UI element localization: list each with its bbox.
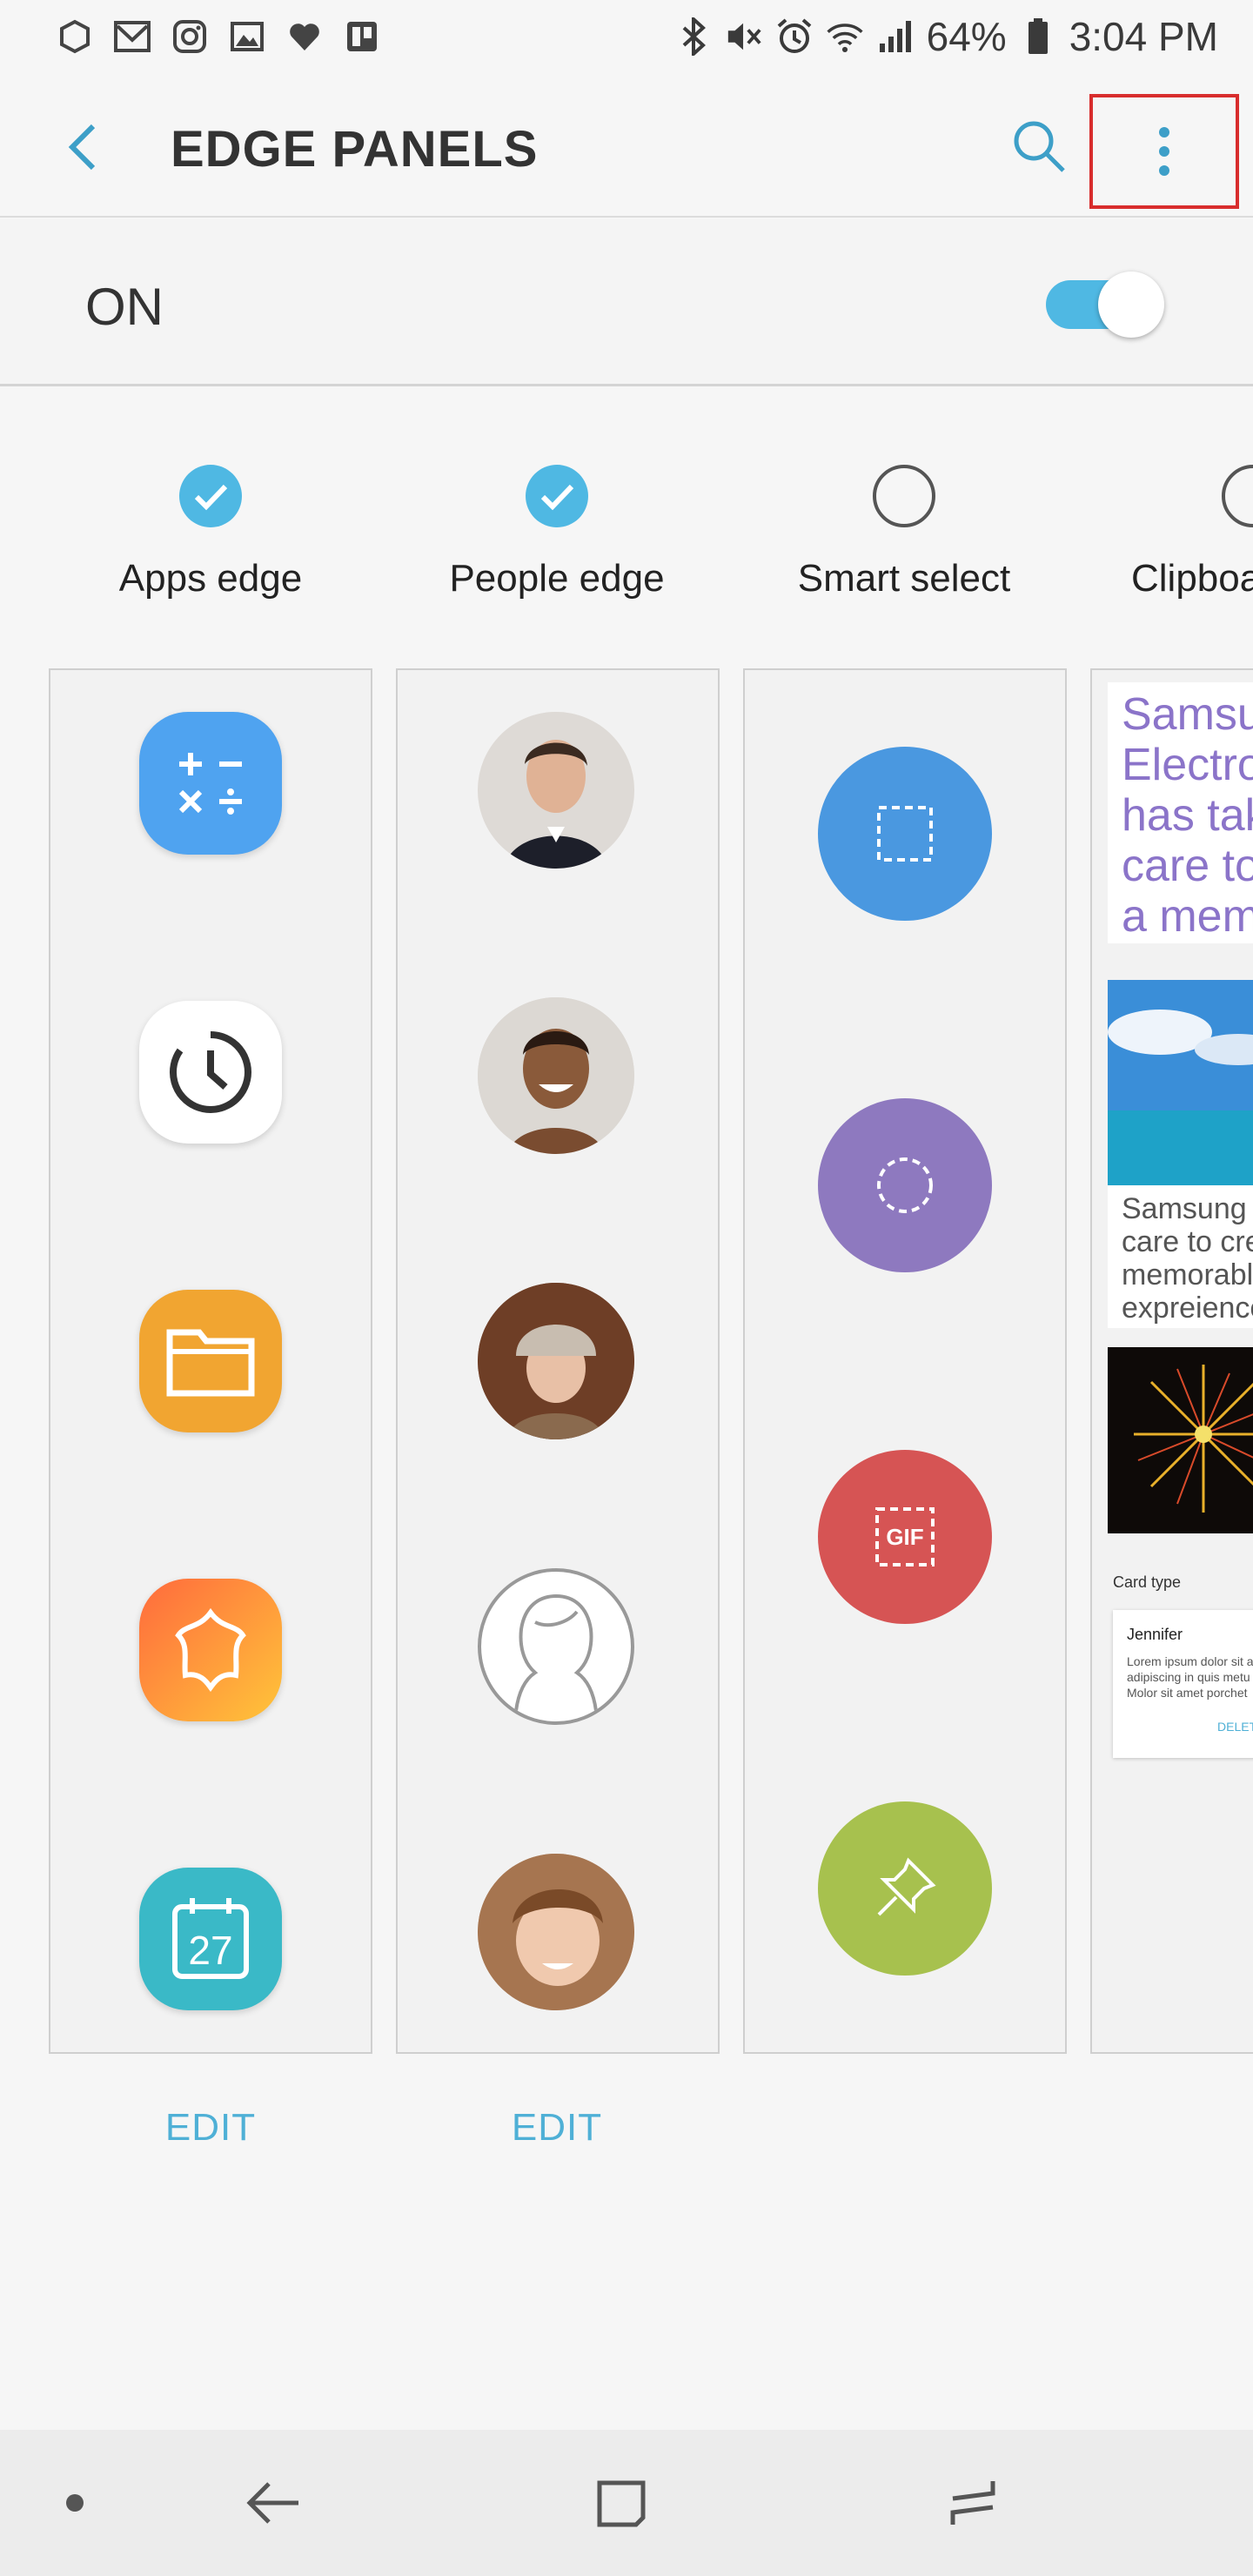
oval-select-icon xyxy=(818,1098,992,1272)
clip-caption-line: memorable xyxy=(1122,1258,1253,1291)
trello-icon xyxy=(343,17,381,56)
animation-gif-icon: GIF xyxy=(818,1450,992,1624)
clip-text-line: Samsu xyxy=(1122,689,1253,740)
wifi-icon xyxy=(826,17,864,56)
clip-text-line: a mem xyxy=(1122,891,1253,942)
toggle-thumb xyxy=(1098,272,1164,338)
page-title: EDGE PANELS xyxy=(171,121,539,178)
contact-card-item: Jennifer Lorem ipsum dolor sit a adipisc… xyxy=(1113,1610,1253,1758)
clipboard-preview[interactable]: Samsu Electro has tak care to a mem Sams… xyxy=(1090,668,1253,2054)
home-square-icon xyxy=(597,2480,646,2527)
clip-text-line: Electro xyxy=(1122,740,1253,790)
instagram-icon xyxy=(171,17,209,56)
clip-caption-line: care to cre xyxy=(1122,1225,1253,1258)
panel-people-edge[interactable]: People edge xyxy=(383,453,731,627)
master-toggle[interactable] xyxy=(1046,272,1164,338)
pin-icon xyxy=(818,1801,992,1976)
beach-image xyxy=(1108,980,1253,1185)
smart-select-label: Smart select xyxy=(797,557,1011,600)
contact-avatar xyxy=(478,712,634,869)
clip-caption-line: expreience xyxy=(1122,1291,1253,1325)
card-body-line: Lorem ipsum dolor sit a xyxy=(1127,1654,1253,1668)
nav-back-button[interactable] xyxy=(238,2468,308,2538)
smart-select-checkbox[interactable] xyxy=(873,465,935,527)
people-edge-checkbox[interactable] xyxy=(526,465,588,527)
status-bar: 64% 3:04 PM xyxy=(0,0,1253,73)
contact-placeholder-icon xyxy=(478,1568,634,1725)
clipboard-text-item: Samsu Electro has tak care to a mem xyxy=(1108,682,1253,943)
panel-clipboard[interactable]: Clipboa xyxy=(1077,453,1253,627)
card-delete-action: DELETE xyxy=(1217,1720,1253,1734)
more-vertical-icon xyxy=(1159,127,1169,176)
clipboard-checkbox[interactable] xyxy=(1222,465,1253,527)
recents-icon xyxy=(950,2481,995,2525)
alarm-icon xyxy=(775,17,814,56)
fireworks-image xyxy=(1108,1347,1253,1533)
people-edge-edit-button[interactable]: EDIT xyxy=(383,2106,731,2150)
clock-time: 3:04 PM xyxy=(1069,14,1218,59)
search-icon xyxy=(1014,121,1065,172)
apps-edge-label: Apps edge xyxy=(118,557,303,600)
card-type-label: Card type xyxy=(1113,1573,1182,1591)
checkmark-icon xyxy=(194,484,228,511)
panel-smart-select[interactable]: Smart select xyxy=(730,453,1078,627)
app-bar: EDGE PANELS xyxy=(0,73,1253,218)
nav-recents-button[interactable] xyxy=(938,2468,1008,2538)
contact-avatar xyxy=(478,1854,634,2010)
card-body-line: Molor sit amet porchet xyxy=(1127,1686,1248,1700)
people-edge-label: People edge xyxy=(449,557,665,600)
master-switch-row[interactable]: ON xyxy=(0,219,1253,386)
clock-icon xyxy=(139,1001,282,1144)
mute-icon xyxy=(725,17,763,56)
calculator-icon xyxy=(139,712,282,855)
clipboard-image-item: Samsung care to cre memorable expreience xyxy=(1108,980,1253,1328)
clipboard-label: Clipboa xyxy=(1131,557,1253,600)
smart-select-preview[interactable]: GIF xyxy=(743,668,1067,2054)
clip-text-line: care to xyxy=(1122,841,1253,891)
clip-text-line: has tak xyxy=(1122,790,1253,841)
navigation-bar xyxy=(0,2430,1253,2576)
nav-home-button[interactable] xyxy=(586,2468,656,2538)
people-edge-preview[interactable] xyxy=(396,668,720,2054)
checkmark-icon xyxy=(540,484,574,511)
contact-avatar xyxy=(478,997,634,1154)
keyboard-dot-button[interactable] xyxy=(40,2468,110,2538)
rectangle-select-icon xyxy=(818,747,992,921)
contact-avatar xyxy=(478,1283,634,1439)
back-button[interactable] xyxy=(52,117,113,178)
battery-percent: 64% xyxy=(926,14,1007,59)
calendar-icon: 27 xyxy=(139,1868,282,2010)
my-files-icon xyxy=(139,1290,282,1432)
gmail-icon xyxy=(113,17,151,56)
search-button[interactable] xyxy=(1004,111,1074,181)
bluetooth-icon xyxy=(674,17,713,56)
card-name: Jennifer xyxy=(1127,1626,1183,1643)
apps-edge-edit-button[interactable]: EDIT xyxy=(37,2106,385,2150)
bixby-icon xyxy=(139,1579,282,1721)
notification-app-icon xyxy=(56,17,94,56)
gif-label: GIF xyxy=(886,1524,923,1550)
battery-icon xyxy=(1019,17,1057,56)
signal-icon xyxy=(876,17,915,56)
chevron-left-icon xyxy=(68,124,96,171)
more-options-button[interactable] xyxy=(1089,94,1239,209)
calendar-day: 27 xyxy=(188,1928,232,1973)
heart-icon xyxy=(285,17,324,56)
clip-caption-line: Samsung xyxy=(1122,1192,1247,1225)
panel-apps-edge[interactable]: Apps edge xyxy=(37,453,385,627)
apps-edge-preview[interactable]: 27 xyxy=(49,668,372,2054)
apps-edge-checkbox[interactable] xyxy=(179,465,242,527)
gallery-icon xyxy=(228,17,266,56)
dot-icon xyxy=(66,2494,84,2512)
master-switch-label: ON xyxy=(85,278,164,336)
arrow-left-icon xyxy=(246,2482,298,2524)
card-body-line: adipiscing in quis metu xyxy=(1127,1670,1250,1684)
